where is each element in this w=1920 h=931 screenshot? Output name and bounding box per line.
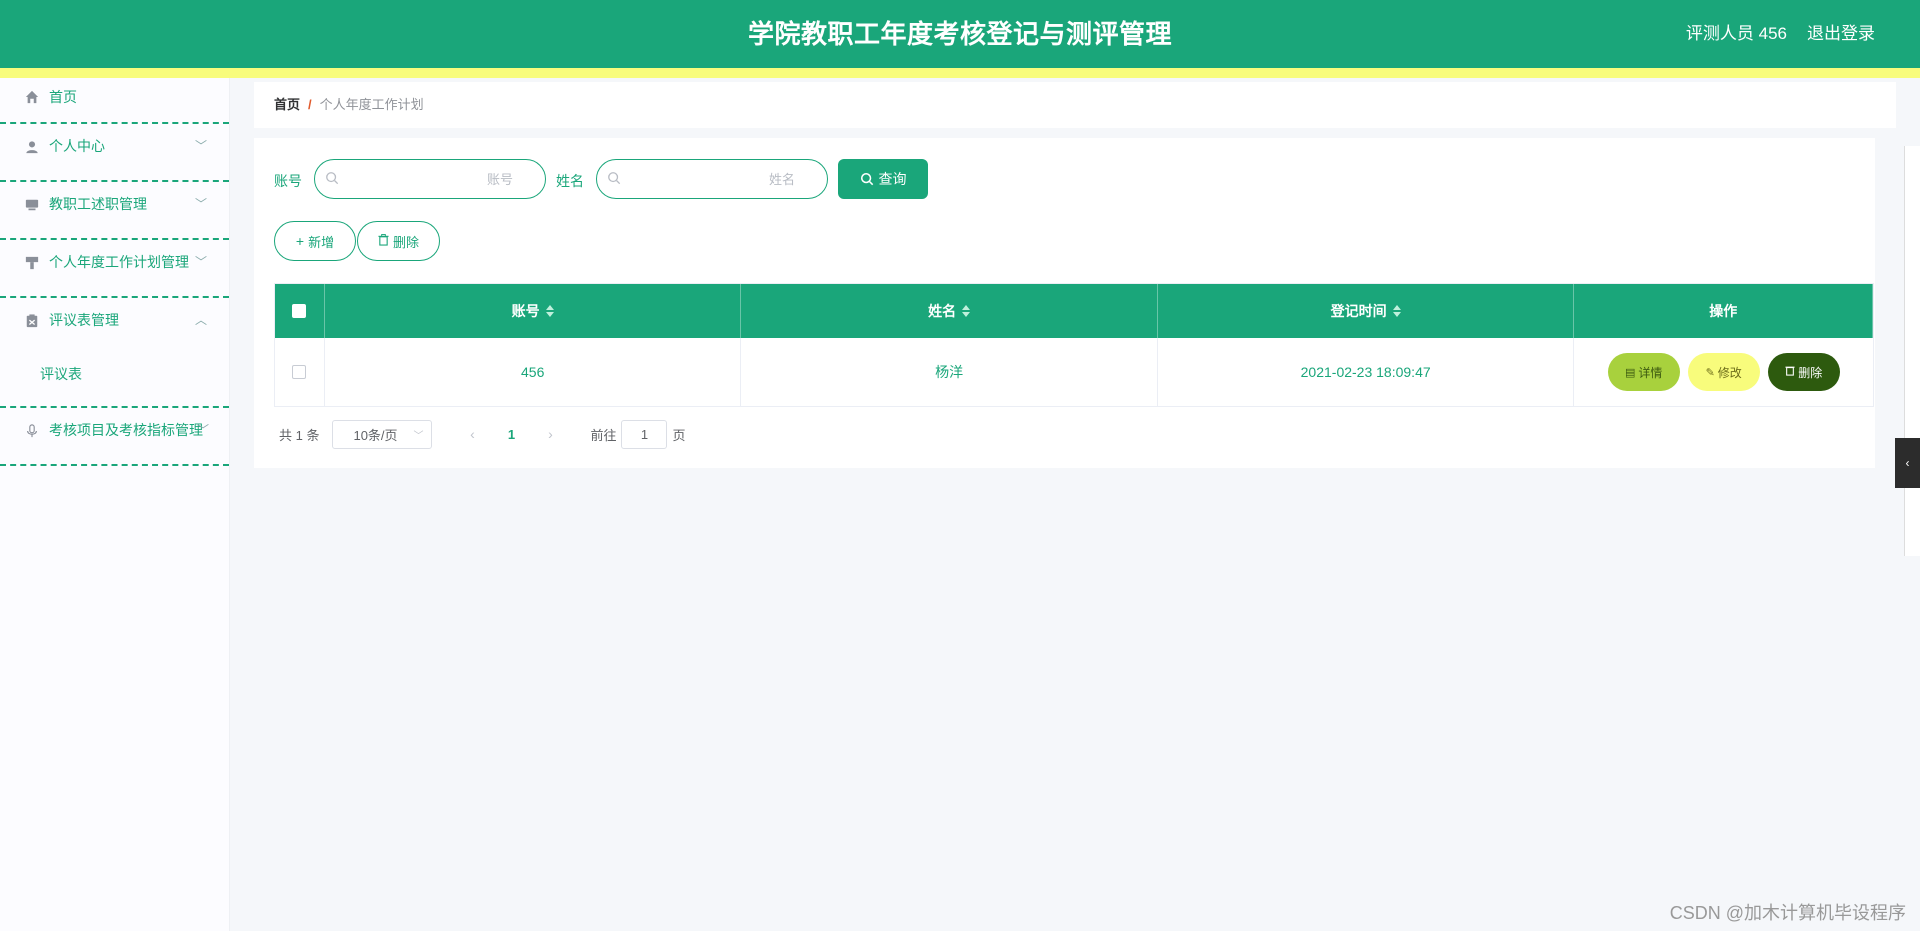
breadcrumb-home[interactable]: 首页 <box>274 97 300 112</box>
next-page-button[interactable]: › <box>535 426 565 442</box>
table-row: 456 杨洋 2021-02-23 18:09:47 ▤ 详情 ✎ 修改 删除 <box>275 338 1873 406</box>
search-icon <box>325 171 341 187</box>
pencil-icon: ✎ <box>1705 366 1715 379</box>
search-icon <box>860 172 873 186</box>
query-button-label: 查询 <box>878 171 907 187</box>
document-icon: ▤ <box>1624 366 1636 379</box>
plus-icon: + <box>295 233 305 249</box>
name-label: 姓名 <box>556 173 584 189</box>
chevron-left-icon: ‹ <box>1905 456 1910 470</box>
pagination: 共 1 条 10条/页 ﹀ ‹ 1 › 前往 1 页 <box>279 419 686 449</box>
detail-button[interactable]: ▤ 详情 <box>1607 353 1680 391</box>
add-button[interactable]: + 新增 <box>274 221 356 261</box>
chevron-down-icon: ﹀ <box>194 139 207 153</box>
page-scrollbar[interactable] <box>1904 146 1920 556</box>
home-icon <box>24 89 40 105</box>
sidebar-item-label: 首页 <box>49 89 77 105</box>
current-user: 评测人员 456 <box>1685 24 1787 43</box>
table-header: 账号 姓名 登记时间 操作 <box>275 284 1874 338</box>
sidebar-item-assessment-items[interactable]: 考核项目及考核指标管理 ﹀ <box>0 408 229 466</box>
sidebar-item-review-table-mgmt[interactable]: 评议表管理 ︿ <box>0 298 229 356</box>
sort-icon[interactable] <box>1392 305 1401 317</box>
logout-button[interactable]: 退出登录 <box>1807 0 1875 68</box>
chevron-down-icon: ﹀ <box>194 255 207 269</box>
goto-page-input[interactable]: 1 <box>621 419 668 449</box>
sidebar-subitem-review-table[interactable]: 评议表 <box>0 356 229 406</box>
chevron-down-icon: ﹀ <box>194 197 207 211</box>
delete-button-label: 删除 <box>392 234 419 250</box>
sidebar-item-label: 考核项目及考核指标管理 <box>49 422 203 438</box>
sidebar-item-label: 评议表管理 <box>49 312 119 328</box>
batch-delete-button[interactable]: 删除 <box>357 221 440 261</box>
name-search-box[interactable] <box>596 159 828 199</box>
search-icon <box>607 171 623 187</box>
sidebar-item-staff-report[interactable]: 教职工述职管理 ﹀ <box>0 182 229 240</box>
sidebar-group-review: 评议表管理 ︿ 评议表 <box>0 298 229 408</box>
chevron-up-icon: ︿ <box>194 313 207 327</box>
sidebar-item-label: 教职工述职管理 <box>49 196 147 212</box>
collapse-panel-button[interactable]: ‹ <box>1895 438 1920 488</box>
page-suffix: 页 <box>672 427 686 443</box>
cell-account: 456 <box>325 338 742 406</box>
name-input[interactable] <box>629 168 797 190</box>
trash-icon <box>1785 365 1795 379</box>
column-header-account[interactable]: 账号 <box>325 284 742 338</box>
query-button[interactable]: 查询 <box>838 159 928 199</box>
prev-page-button[interactable]: ‹ <box>457 426 487 442</box>
edit-button[interactable]: ✎ 修改 <box>1687 353 1760 391</box>
account-label: 账号 <box>274 173 302 189</box>
data-table: 账号 姓名 登记时间 操作 456 杨洋 2021-02-23 18:09:47… <box>274 283 1874 407</box>
page-size-select[interactable]: 10条/页 ﹀ <box>332 419 433 449</box>
top-header: 学院教职工年度考核登记与测评管理 评测人员 456 退出登录 <box>0 0 1920 68</box>
column-header-time[interactable]: 登记时间 <box>1158 284 1575 338</box>
sidebar: 首页 个人中心 ﹀ 教职工述职管理 ﹀ 个人年度工作计划管理 ﹀ 评议表管理 ︿… <box>0 78 230 931</box>
sort-icon[interactable] <box>545 305 554 317</box>
breadcrumb-separator: / <box>308 97 312 112</box>
sidebar-item-label: 个人中心 <box>49 138 105 154</box>
user-icon <box>24 139 40 155</box>
clipboard-icon <box>24 313 40 329</box>
account-search-box[interactable] <box>314 159 546 199</box>
row-checkbox[interactable] <box>292 365 307 379</box>
cell-ops: ▤ 详情 ✎ 修改 删除 <box>1574 338 1873 406</box>
page-number[interactable]: 1 <box>496 427 526 442</box>
add-button-label: 新增 <box>308 234 335 250</box>
monitor-icon <box>24 197 40 213</box>
breadcrumb-current: 个人年度工作计划 <box>319 97 424 112</box>
sidebar-item-annual-plan[interactable]: 个人年度工作计划管理 ﹀ <box>0 240 229 298</box>
trash-icon <box>378 233 389 249</box>
goto-label: 前往 <box>590 427 617 443</box>
cell-time: 2021-02-23 18:09:47 <box>1158 338 1575 406</box>
row-delete-button[interactable]: 删除 <box>1767 353 1840 391</box>
account-input[interactable] <box>347 168 515 190</box>
sidebar-item-label: 个人年度工作计划管理 <box>49 254 189 270</box>
cell-name: 杨洋 <box>741 338 1158 406</box>
column-header-ops: 操作 <box>1574 284 1874 338</box>
chevron-down-icon: ﹀ <box>196 423 209 437</box>
breadcrumb-bar: 首页 / 个人年度工作计划 <box>254 82 1896 128</box>
select-all-checkbox[interactable] <box>292 304 307 318</box>
pagination-total: 共 1 条 <box>279 427 320 443</box>
sidebar-item-personal-center[interactable]: 个人中心 ﹀ <box>0 124 229 182</box>
header-accent-strip <box>0 68 1920 78</box>
brush-icon <box>24 255 40 271</box>
main-panel: 账号 姓名 查询 + 新增 删除 账号 姓 <box>254 138 1875 468</box>
chevron-down-icon: ﹀ <box>413 430 424 442</box>
microphone-icon <box>24 423 40 439</box>
app-title: 学院教职工年度考核登记与测评管理 <box>747 19 1172 49</box>
column-header-name[interactable]: 姓名 <box>741 284 1158 338</box>
watermark: CSDN @加木计算机毕设程序 <box>1669 903 1906 923</box>
sidebar-item-home[interactable]: 首页 <box>0 78 229 124</box>
sort-icon[interactable] <box>962 305 971 317</box>
breadcrumb: 首页 / 个人年度工作计划 <box>274 82 424 128</box>
